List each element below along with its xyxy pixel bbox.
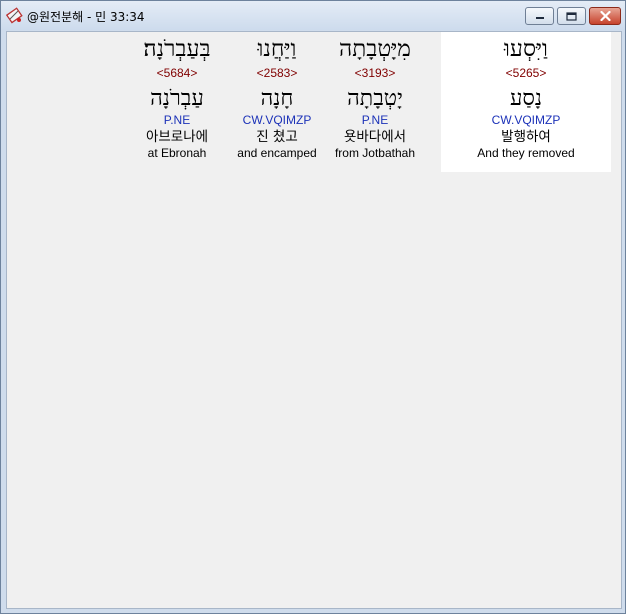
lemma-word: יָטְבָתָה (347, 86, 403, 111)
close-icon (599, 11, 611, 21)
title-bar[interactable]: @원전분해 - 민 33:34 (1, 1, 625, 30)
korean-gloss: 발행하여 (501, 129, 551, 145)
english-gloss: and encamped (237, 146, 317, 160)
word-column[interactable]: בְּעַבְרֹנָה׃ <5684> עַבְרֹנָה P.NE 아브로나… (127, 32, 227, 161)
morphology-code[interactable]: P.NE (325, 113, 425, 128)
word-column[interactable]: מִיָּטְבָתָה <3193> יָטְבָתָה P.NE 욧바다에서… (325, 32, 425, 161)
morphology-code[interactable]: CW.VQIMZP (227, 113, 327, 128)
lemma-word: עַבְרֹנָה (150, 86, 204, 111)
morphology-code[interactable]: P.NE (127, 113, 227, 128)
hebrew-word: מִיָּטְבָתָה (339, 36, 411, 62)
english-gloss: And they removed (477, 146, 575, 160)
strong-number[interactable]: <5265> (476, 65, 576, 82)
hebrew-word: בְּעַבְרֹנָה׃ (143, 36, 211, 62)
korean-gloss: 욧바다에서 (343, 129, 407, 145)
interlinear-view[interactable]: וַיִּסְעוּ <5265> נָסַע CW.VQIMZP 발행하여 A… (6, 31, 622, 609)
strong-number[interactable]: <2583> (227, 65, 327, 82)
strong-number[interactable]: <5684> (127, 65, 227, 82)
korean-gloss: 진 쳤고 (256, 129, 298, 145)
morphology-code[interactable]: CW.VQIMZP (476, 113, 576, 128)
word-column[interactable]: וַיַּחֲנוּ <2583> חָנָה CW.VQIMZP 진 쳤고 a… (227, 32, 327, 161)
bible-app-icon[interactable] (5, 7, 23, 24)
maximize-icon (566, 11, 577, 21)
maximize-button[interactable] (557, 7, 586, 25)
strong-number[interactable]: <3193> (325, 65, 425, 82)
close-button[interactable] (589, 7, 621, 25)
hebrew-word: וַיִּסְעוּ (504, 36, 548, 62)
word-column[interactable]: וַיִּסְעוּ <5265> נָסַע CW.VQIMZP 발행하여 A… (476, 32, 576, 161)
korean-gloss: 아브로나에 (145, 129, 209, 145)
app-window: @원전분해 - 민 33:34 וַיִּסְעוּ <5265> נָסַע … (0, 0, 626, 614)
hebrew-word: וַיַּחֲנוּ (257, 36, 297, 62)
lemma-word: חָנָה (260, 86, 294, 111)
english-gloss: at Ebronah (147, 146, 207, 160)
window-title: @원전분해 - 민 33:34 (27, 10, 145, 24)
english-gloss: from Jotbathah (334, 146, 416, 160)
lemma-word: נָסַע (509, 86, 543, 111)
minimize-icon (535, 17, 544, 19)
minimize-button[interactable] (525, 7, 554, 25)
